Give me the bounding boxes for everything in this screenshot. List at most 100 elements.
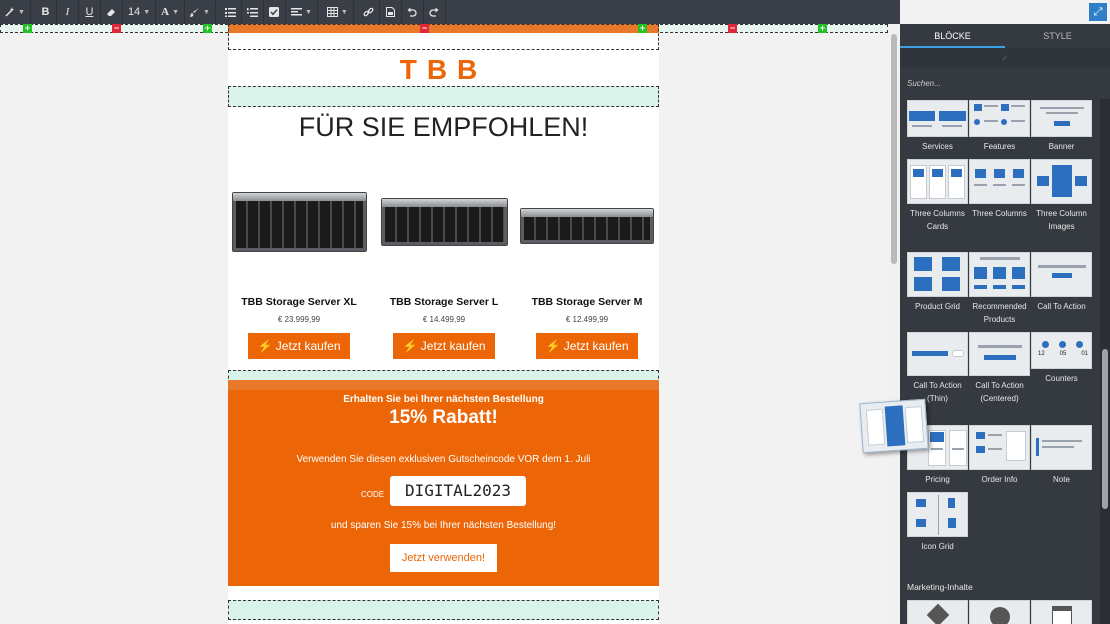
- counter-value: 01: [1081, 351, 1088, 357]
- product-name: TBB Storage Server XL: [241, 296, 357, 308]
- editor-canvas[interactable]: + − + − + − + TBB FÜR SIE EMPFOHLEN! TBB…: [0, 24, 888, 624]
- block-thumbnail: [907, 332, 968, 376]
- bullet-list-button[interactable]: [220, 0, 242, 24]
- coupon-code: DIGITAL2023: [390, 476, 526, 506]
- block-icon-grid[interactable]: Icon Grid: [907, 492, 968, 553]
- link-icon: [363, 7, 374, 17]
- table-icon: [326, 7, 338, 17]
- insert-file-button[interactable]: [380, 0, 402, 24]
- block-thumbnail: [1031, 159, 1092, 204]
- block-label: Icon Grid: [921, 542, 954, 551]
- promo-savings: und sparen Sie 15% bei Ihrer nächsten Be…: [330, 520, 557, 531]
- block-marketing-calendar[interactable]: [1031, 600, 1092, 624]
- block-search-input[interactable]: Suchen...: [907, 79, 941, 88]
- product-card: TBB Storage Server XL € 23.999,99 ⚡ Jetz…: [229, 192, 369, 359]
- add-row-icon[interactable]: +: [23, 24, 32, 33]
- block-marketing-badge[interactable]: [969, 600, 1030, 624]
- tab-blocks[interactable]: BLÖCKE: [900, 24, 1005, 48]
- block-call-to-action[interactable]: Call To Action: [1031, 252, 1092, 313]
- underline-button[interactable]: U: [79, 0, 101, 24]
- add-row-icon[interactable]: +: [818, 24, 827, 33]
- magic-wand-menu[interactable]: ▼: [0, 0, 31, 24]
- block-call-to-action-thin[interactable]: Call To Action (Thin): [907, 332, 968, 405]
- block-three-columns[interactable]: Three Columns: [969, 159, 1030, 220]
- delete-row-icon[interactable]: −: [728, 24, 737, 33]
- block-three-columns-cards[interactable]: Three Columns Cards: [907, 159, 968, 233]
- use-now-button[interactable]: Jetzt verwenden!: [390, 544, 497, 572]
- link-button[interactable]: [358, 0, 380, 24]
- add-row-icon[interactable]: +: [203, 24, 212, 33]
- product-name: TBB Storage Server L: [389, 296, 499, 308]
- lightning-icon: ⚡: [545, 339, 561, 353]
- delete-row-icon[interactable]: −: [420, 24, 429, 33]
- server-image: [380, 198, 508, 246]
- table-menu[interactable]: ▼: [322, 0, 354, 24]
- tab-style[interactable]: STYLE: [1005, 24, 1110, 48]
- text-color-button[interactable]: A ▼: [156, 0, 186, 24]
- block-call-to-action-centered[interactable]: Call To Action (Centered): [969, 332, 1030, 405]
- block-thumbnail: [907, 100, 968, 137]
- canvas-scrollbar[interactable]: [888, 24, 900, 624]
- block-thumbnail: [969, 100, 1030, 137]
- buy-button[interactable]: ⚡ Jetzt kaufen: [393, 333, 495, 359]
- buy-button-label: Jetzt kaufen: [420, 339, 486, 353]
- clear-format-button[interactable]: [101, 0, 123, 24]
- block-recommended-products[interactable]: Recommended Products: [969, 252, 1030, 326]
- italic-button[interactable]: I: [57, 0, 79, 24]
- panel-tabs: BLÖCKE STYLE: [900, 24, 1110, 48]
- scrollbar-thumb[interactable]: [1102, 349, 1108, 509]
- logo: TBB: [399, 54, 488, 85]
- bottom-drop-zone[interactable]: [228, 600, 659, 620]
- block-thumbnail: [907, 252, 968, 297]
- block-banner[interactable]: Banner: [1031, 100, 1092, 153]
- highlight-color-button[interactable]: ▼: [185, 0, 216, 24]
- buy-button-label: Jetzt kaufen: [275, 339, 341, 353]
- block-label: Order Info: [981, 475, 1018, 484]
- block-thumbnail: [1031, 100, 1092, 137]
- delete-row-icon[interactable]: −: [112, 24, 121, 33]
- fullscreen-icon[interactable]: ⤢: [1089, 3, 1107, 21]
- block-thumbnail: [907, 600, 968, 624]
- counter-value: 05: [1059, 351, 1067, 357]
- block-features[interactable]: Features: [969, 100, 1030, 153]
- block-three-column-images[interactable]: Three Column Images: [1031, 159, 1092, 233]
- eraser-icon: [106, 9, 115, 16]
- block-label: Call To Action: [1037, 302, 1086, 311]
- brush-icon: [190, 8, 200, 17]
- numbered-list-button[interactable]: [242, 0, 264, 24]
- font-size-select[interactable]: 14 ▼: [123, 0, 157, 24]
- block-label: Call To Action (Centered): [975, 381, 1024, 403]
- bold-button[interactable]: B: [35, 0, 57, 24]
- chevron-down-icon: ▼: [143, 8, 151, 16]
- block-note[interactable]: Note: [1031, 425, 1092, 486]
- buy-button-label: Jetzt kaufen: [563, 339, 629, 353]
- undo-button[interactable]: [402, 0, 424, 24]
- promo-intro: Erhalten Sie bei Ihrer nächsten Bestellu…: [343, 394, 544, 405]
- spacer-drop-zone[interactable]: [228, 86, 659, 107]
- block-product-grid[interactable]: Product Grid: [907, 252, 968, 313]
- blocks-panel: BLÖCKE STYLE ✔ Suchen... Services Featur…: [900, 24, 1110, 624]
- header-drop-zone[interactable]: [228, 24, 659, 50]
- dragged-pricing-block[interactable]: [859, 398, 929, 454]
- lightning-icon: ⚡: [402, 339, 418, 353]
- buy-button[interactable]: ⚡ Jetzt kaufen: [536, 333, 638, 359]
- email-template: − + TBB FÜR SIE EMPFOHLEN! TBB Storage S…: [228, 24, 659, 624]
- buy-button[interactable]: ⚡ Jetzt kaufen: [248, 333, 350, 359]
- block-thumbnail: 12 05 01: [1031, 332, 1092, 369]
- block-marketing-coupon[interactable]: [907, 600, 968, 624]
- numbered-list-icon: [246, 8, 258, 17]
- block-label: Product Grid: [915, 302, 960, 311]
- block-services[interactable]: Services: [907, 100, 968, 153]
- redo-button[interactable]: [424, 0, 446, 24]
- checkbox-button[interactable]: [264, 0, 286, 24]
- block-label: Pricing: [925, 475, 950, 484]
- panel-scrollbar[interactable]: [1100, 99, 1110, 624]
- block-counters[interactable]: 12 05 01 Counters: [1031, 332, 1092, 385]
- undo-icon: [407, 7, 417, 17]
- block-label: Recommended Products: [972, 302, 1027, 324]
- scrollbar-thumb[interactable]: [891, 34, 897, 264]
- block-thumbnail: [969, 252, 1030, 297]
- block-order-info[interactable]: Order Info: [969, 425, 1030, 486]
- add-row-icon[interactable]: +: [638, 24, 647, 33]
- align-menu[interactable]: ▼: [286, 0, 318, 24]
